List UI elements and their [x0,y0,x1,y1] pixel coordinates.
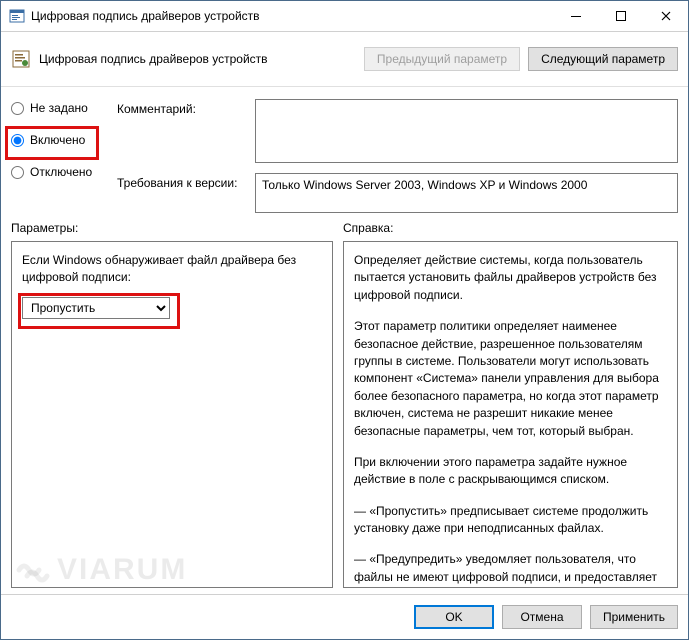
radio-not-configured-input[interactable] [11,102,24,115]
parameters-panel: Если Windows обнаруживает файл драйвера … [11,241,333,588]
radio-label: Не задано [30,101,88,115]
toolbar: Цифровая подпись драйверов устройств Пре… [1,32,688,87]
radio-not-configured[interactable]: Не задано [11,101,107,115]
minimize-button[interactable] [553,1,598,31]
policy-title: Цифровая подпись драйверов устройств [39,52,356,66]
policy-icon [9,8,25,24]
radio-enabled[interactable]: Включено [11,133,107,147]
window-buttons [553,1,688,31]
help-paragraph: — «Предупредить» уведомляет пользователя… [354,551,667,588]
maximize-button[interactable] [598,1,643,31]
fields-column: Комментарий: Требования к версии: Только… [117,99,678,213]
dialog-body: Не задано Включено Отключено Комментарий… [1,87,688,594]
requirements-label: Требования к версии: [117,173,247,213]
help-paragraph: При включении этого параметра задайте ну… [354,454,667,489]
radio-disabled-input[interactable] [11,166,24,179]
action-select-wrap: Пропустить [22,297,170,319]
requirements-text: Только Windows Server 2003, Windows XP и… [255,173,678,213]
lower-labels: Параметры: Справка: [11,221,678,235]
radio-label: Отключено [30,165,92,179]
radio-disabled[interactable]: Отключено [11,165,107,179]
prev-setting-button[interactable]: Предыдущий параметр [364,47,520,71]
radio-label: Включено [30,133,85,147]
close-button[interactable] [643,1,688,31]
upper-section: Не задано Включено Отключено Комментарий… [11,99,678,213]
document-icon [11,49,31,69]
next-setting-button[interactable]: Следующий параметр [528,47,678,71]
requirements-row: Требования к версии: Только Windows Serv… [117,173,678,213]
policy-dialog: Цифровая подпись драйверов устройств Циф… [0,0,689,640]
action-select[interactable]: Пропустить [22,297,170,319]
help-paragraph: — «Пропустить» предписывает системе прод… [354,503,667,538]
ok-button[interactable]: OK [414,605,494,629]
help-panel[interactable]: Определяет действие системы, когда польз… [343,241,678,588]
comment-label: Комментарий: [117,99,247,163]
footer: OK Отмена Применить [1,594,688,639]
apply-button[interactable]: Применить [590,605,678,629]
help-label: Справка: [343,221,393,235]
help-paragraph: Этот параметр политики определяет наимен… [354,318,667,440]
window-title: Цифровая подпись драйверов устройств [31,9,553,23]
parameters-label: Параметры: [11,221,343,235]
titlebar: Цифровая подпись драйверов устройств [1,1,688,32]
help-paragraph: Определяет действие системы, когда польз… [354,252,667,304]
comment-row: Комментарий: [117,99,678,163]
lower-section: Если Windows обнаруживает файл драйвера … [11,241,678,588]
radio-enabled-input[interactable] [11,134,24,147]
comment-input[interactable] [255,99,678,163]
state-radios: Не задано Включено Отключено [11,99,107,213]
cancel-button[interactable]: Отмена [502,605,582,629]
param-description: Если Windows обнаруживает файл драйвера … [22,252,322,287]
